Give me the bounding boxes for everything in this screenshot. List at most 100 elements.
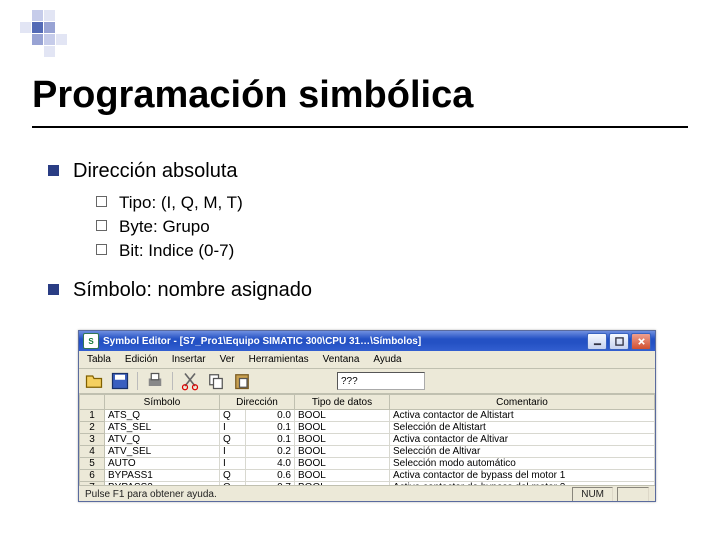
- bullet-square-icon: [48, 284, 59, 295]
- status-num: NUM: [572, 487, 613, 502]
- row-number[interactable]: 1: [80, 410, 105, 422]
- cell-dir-num[interactable]: 4.0: [246, 458, 295, 470]
- subbullet-byte: Byte: Grupo: [96, 217, 688, 237]
- cell-dir-num[interactable]: 0.6: [246, 470, 295, 482]
- toolbar-separator: [137, 372, 138, 390]
- paste-button[interactable]: [231, 370, 253, 392]
- bullet-outline-icon: [96, 220, 107, 231]
- table-row[interactable]: 1ATS_QQ0.0BOOLActiva contactor de Altist…: [80, 410, 655, 422]
- window-title: Symbol Editor - [S7_Pro1\Equipo SIMATIC …: [103, 336, 587, 347]
- copy-button[interactable]: [205, 370, 227, 392]
- cell-dir-letter[interactable]: I: [220, 422, 246, 434]
- row-number[interactable]: 5: [80, 458, 105, 470]
- toolbar-separator: [172, 372, 173, 390]
- col-comentario[interactable]: Comentario: [390, 395, 655, 410]
- cell-comentario[interactable]: Selección de Altistart: [390, 422, 655, 434]
- cell-tipo[interactable]: BOOL: [295, 446, 390, 458]
- table-row[interactable]: 4ATV_SELI0.2BOOLSelección de Altivar: [80, 446, 655, 458]
- row-number[interactable]: 7: [80, 482, 105, 486]
- cell-dir-num[interactable]: 0.7: [246, 482, 295, 486]
- close-button[interactable]: [631, 333, 651, 350]
- menu-bar: Tabla Edición Insertar Ver Herramientas …: [79, 351, 655, 369]
- menu-ver[interactable]: Ver: [216, 353, 239, 366]
- save-button[interactable]: [109, 370, 131, 392]
- cell-dir-letter[interactable]: Q: [220, 470, 246, 482]
- cell-tipo[interactable]: BOOL: [295, 422, 390, 434]
- row-number[interactable]: 3: [80, 434, 105, 446]
- deco-squares: [20, 10, 67, 57]
- cell-tipo[interactable]: BOOL: [295, 410, 390, 422]
- symbol-table-wrap: Símbolo Dirección Tipo de datos Comentar…: [79, 394, 655, 485]
- cell-dir-letter[interactable]: I: [220, 446, 246, 458]
- open-button[interactable]: [83, 370, 105, 392]
- row-number[interactable]: 2: [80, 422, 105, 434]
- cell-simbolo[interactable]: BYPASS2: [105, 482, 220, 486]
- cell-dir-num[interactable]: 0.2: [246, 446, 295, 458]
- col-direccion[interactable]: Dirección: [220, 395, 295, 410]
- table-row[interactable]: 5AUTOI4.0BOOLSelección modo automático: [80, 458, 655, 470]
- col-simbolo[interactable]: Símbolo: [105, 395, 220, 410]
- menu-insertar[interactable]: Insertar: [168, 353, 210, 366]
- cell-comentario[interactable]: Selección modo automático: [390, 458, 655, 470]
- status-bar: Pulse F1 para obtener ayuda. NUM: [79, 485, 655, 502]
- cell-tipo[interactable]: BOOL: [295, 434, 390, 446]
- bullet-text: Símbolo: nombre asignado: [73, 279, 312, 301]
- status-empty: [617, 487, 649, 502]
- col-tipo[interactable]: Tipo de datos: [295, 395, 390, 410]
- table-row[interactable]: 6BYPASS1Q0.6BOOLActiva contactor de bypa…: [80, 470, 655, 482]
- cell-comentario[interactable]: Selección de Altivar: [390, 446, 655, 458]
- table-row[interactable]: 7BYPASS2Q0.7BOOLActiva contactor de bypa…: [80, 482, 655, 486]
- toolbar: [79, 369, 655, 394]
- cell-comentario[interactable]: Activa contactor de bypass del motor 1: [390, 470, 655, 482]
- print-button[interactable]: [144, 370, 166, 392]
- cell-simbolo[interactable]: BYPASS1: [105, 470, 220, 482]
- cell-simbolo[interactable]: ATV_SEL: [105, 446, 220, 458]
- cell-comentario[interactable]: Activa contactor de Altistart: [390, 410, 655, 422]
- bullet-text: Dirección absoluta: [73, 160, 238, 182]
- symbol-editor-window: S Symbol Editor - [S7_Pro1\Equipo SIMATI…: [78, 330, 656, 502]
- menu-herramientas[interactable]: Herramientas: [245, 353, 313, 366]
- cell-dir-letter[interactable]: I: [220, 458, 246, 470]
- subbullet-text: Byte: Grupo: [119, 217, 210, 236]
- slide-content: Dirección absoluta Tipo: (I, Q, M, T) By…: [48, 150, 688, 312]
- bullet-outline-icon: [96, 196, 107, 207]
- menu-ayuda[interactable]: Ayuda: [369, 353, 405, 366]
- cell-simbolo[interactable]: ATV_Q: [105, 434, 220, 446]
- table-row[interactable]: 3ATV_QQ0.1BOOLActiva contactor de Altiva…: [80, 434, 655, 446]
- cell-dir-letter[interactable]: Q: [220, 410, 246, 422]
- cell-tipo[interactable]: BOOL: [295, 470, 390, 482]
- cell-dir-num[interactable]: 0.0: [246, 410, 295, 422]
- slide-title: Programación simbólica: [32, 74, 473, 117]
- row-number[interactable]: 4: [80, 446, 105, 458]
- minimize-button[interactable]: [587, 333, 607, 350]
- table-row[interactable]: 2ATS_SELI0.1BOOLSelección de Altistart: [80, 422, 655, 434]
- subbullet-tipo: Tipo: (I, Q, M, T): [96, 193, 688, 213]
- cell-dir-letter[interactable]: Q: [220, 482, 246, 486]
- cut-button[interactable]: [179, 370, 201, 392]
- cell-simbolo[interactable]: ATS_Q: [105, 410, 220, 422]
- window-titlebar[interactable]: S Symbol Editor - [S7_Pro1\Equipo SIMATI…: [79, 331, 655, 351]
- cell-tipo[interactable]: BOOL: [295, 482, 390, 486]
- bullet-direccion-absoluta: Dirección absoluta: [48, 160, 688, 183]
- cell-simbolo[interactable]: AUTO: [105, 458, 220, 470]
- bullet-outline-icon: [96, 244, 107, 255]
- cell-tipo[interactable]: BOOL: [295, 458, 390, 470]
- menu-edicion[interactable]: Edición: [121, 353, 162, 366]
- cell-dir-letter[interactable]: Q: [220, 434, 246, 446]
- cell-simbolo[interactable]: ATS_SEL: [105, 422, 220, 434]
- bullet-square-icon: [48, 165, 59, 176]
- cell-comentario[interactable]: Activa contactor de Altivar: [390, 434, 655, 446]
- toolbar-search-input[interactable]: [337, 372, 425, 390]
- subbullet-text: Bit: Indice (0-7): [119, 241, 234, 260]
- row-number[interactable]: 6: [80, 470, 105, 482]
- col-rownum[interactable]: [80, 395, 105, 410]
- symbol-table: Símbolo Dirección Tipo de datos Comentar…: [79, 394, 655, 485]
- cell-comentario[interactable]: Activa contactor de bypass del motor 2: [390, 482, 655, 486]
- menu-ventana[interactable]: Ventana: [319, 353, 364, 366]
- cell-dir-num[interactable]: 0.1: [246, 422, 295, 434]
- app-icon: S: [83, 333, 99, 349]
- maximize-button[interactable]: [609, 333, 629, 350]
- status-help-text: Pulse F1 para obtener ayuda.: [85, 489, 217, 500]
- cell-dir-num[interactable]: 0.1: [246, 434, 295, 446]
- menu-tabla[interactable]: Tabla: [83, 353, 115, 366]
